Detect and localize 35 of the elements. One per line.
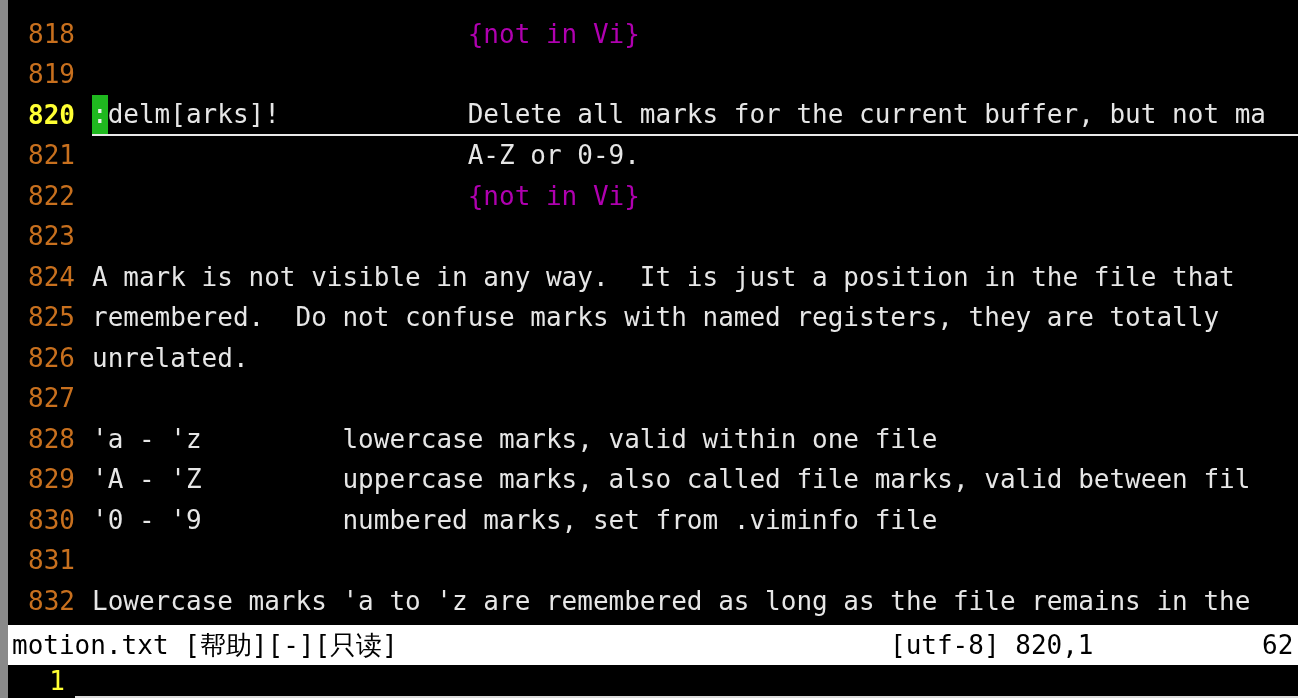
code-text: {not in Vi} xyxy=(466,179,640,213)
code-text: '0 - '9 xyxy=(92,503,202,537)
text-cursor: : xyxy=(92,94,108,134)
line-number: 819 xyxy=(27,58,75,92)
line-number: 821 xyxy=(27,139,75,173)
code-text: A-Z or 0-9. xyxy=(466,139,640,173)
code-text: A mark is not visible in any way. It is just a position in the file that xyxy=(92,260,1235,294)
status-position: [utf-8] 820,1 xyxy=(890,628,1095,662)
line-number: 831 xyxy=(27,544,75,578)
line-number: 826 xyxy=(27,341,75,375)
line-number: 825 xyxy=(27,301,75,335)
status-percent: 62 xyxy=(1262,628,1295,662)
line-number: 818 xyxy=(27,17,75,51)
line-number: 822 xyxy=(27,179,75,213)
code-text: lowercase marks, valid within one file xyxy=(341,422,938,456)
code-text: unrelated. xyxy=(92,341,249,375)
code-text: {not in Vi} xyxy=(466,17,640,51)
line-number: 824 xyxy=(27,260,75,294)
code-text: uppercase marks, also called file marks, valid between fil xyxy=(341,463,1251,497)
code-text: 'a - 'z xyxy=(92,422,202,456)
line-number: 827 xyxy=(27,382,75,416)
code-text: Lowercase marks 'a to 'z are remembered as long as the file remains in the xyxy=(92,584,1251,618)
code-text: delm[arks]! xyxy=(107,97,280,131)
code-text: 'A - 'Z xyxy=(92,463,202,497)
line-number: 820 xyxy=(27,98,75,132)
status-file-name: motion.txt [帮助][-][只读] xyxy=(12,628,399,662)
code-text: numbered marks, set from .viminfo file xyxy=(341,503,938,537)
line-number: 832 xyxy=(27,584,75,618)
line-number: 830 xyxy=(27,503,75,537)
code-text: Delete all marks for the current buffer, but not ma xyxy=(466,97,1266,131)
line-number: 828 xyxy=(27,422,75,456)
line-number: 823 xyxy=(27,220,75,254)
line-number: 1 xyxy=(48,665,66,698)
code-text: remembered. Do not confuse marks with named registers, they are totally xyxy=(92,301,1220,335)
line-number: 829 xyxy=(27,463,75,497)
